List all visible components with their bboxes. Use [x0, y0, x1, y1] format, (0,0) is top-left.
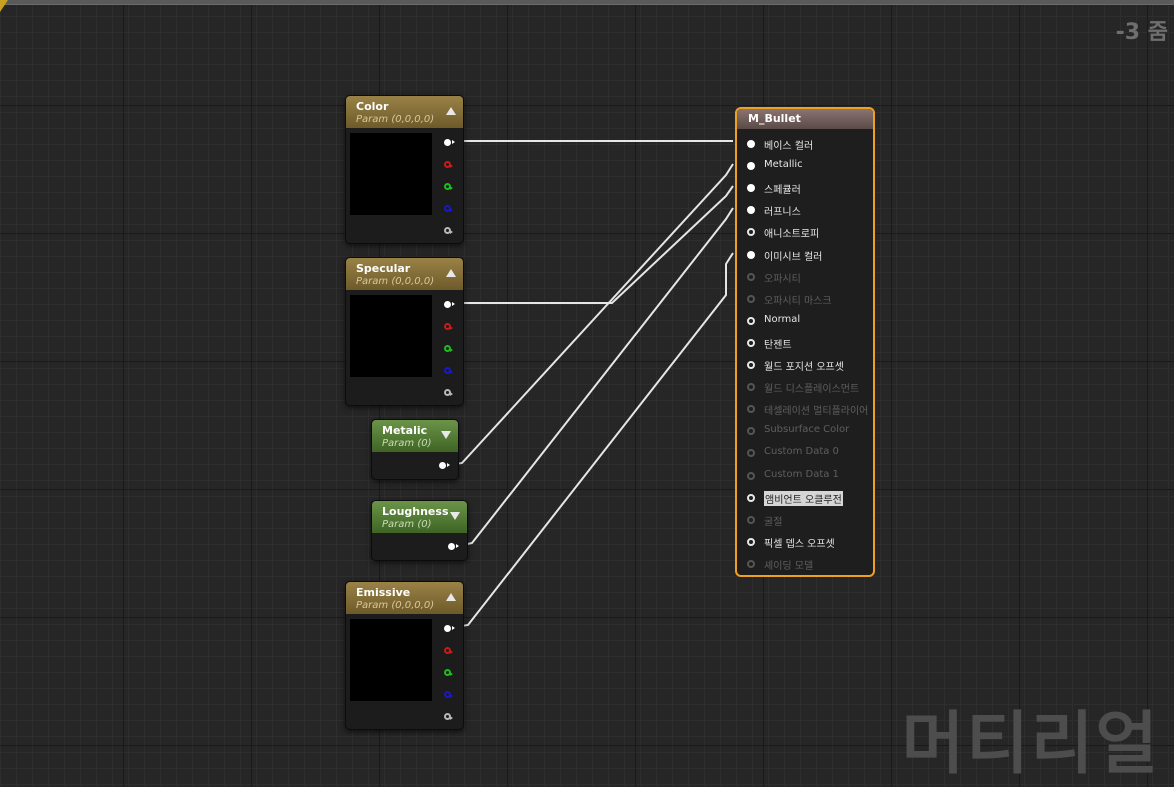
input-pin[interactable] [747, 228, 755, 237]
input-pin[interactable] [747, 405, 755, 414]
input-label: 오파시티 마스크 [764, 295, 832, 307]
input-pin[interactable] [747, 361, 755, 369]
input-pin[interactable] [747, 471, 755, 480]
output-pin-rgba[interactable] [444, 625, 455, 632]
emissive-param-node[interactable]: Emissive Param (0,0,0,0) [345, 581, 464, 730]
input-pin[interactable] [747, 184, 755, 193]
input-label: Metallic [764, 159, 803, 171]
output-pin-a[interactable] [444, 227, 453, 234]
output-pin-rgba[interactable] [444, 139, 455, 146]
input-label: 애니소트로피 [764, 229, 820, 241]
input-pin[interactable] [747, 559, 755, 568]
input-pin[interactable] [747, 250, 755, 259]
output-pin-g[interactable] [444, 345, 453, 352]
emissive-preview [350, 619, 432, 701]
output-pin-a[interactable] [444, 713, 453, 720]
input-label: 굴절 [764, 516, 783, 528]
input-pin[interactable] [747, 140, 755, 148]
output-pin-g[interactable] [444, 183, 453, 190]
node-subtitle: Param (0,0,0,0) [356, 276, 435, 287]
input-label: 셰이딩 모델 [764, 560, 814, 572]
input-pin[interactable] [747, 515, 755, 524]
node-header[interactable]: Metalic Param (0) [372, 420, 458, 452]
input-pin[interactable] [747, 338, 755, 347]
output-pin-value[interactable] [439, 462, 450, 469]
input-pin[interactable] [747, 537, 755, 546]
wire-loughness-to-roughness[interactable] [458, 207, 734, 547]
input-pin[interactable] [747, 272, 755, 281]
collapse-arrow-icon[interactable] [446, 107, 456, 115]
input-label: 픽셀 뎁스 오프셋 [764, 538, 835, 550]
loughness-param-node[interactable]: Loughness Param (0) [371, 500, 468, 561]
wire-metalic-to-metallic[interactable] [448, 163, 734, 466]
input-label: Custom Data 1 [764, 468, 839, 480]
output-pin-b[interactable] [444, 205, 453, 212]
color-param-node[interactable]: Color Param (0,0,0,0) [345, 95, 464, 244]
output-pin-b[interactable] [444, 367, 453, 374]
specular-preview [350, 295, 432, 377]
input-pin[interactable] [747, 206, 755, 215]
input-label: Normal [764, 313, 801, 325]
input-label: 스페큘러 [764, 185, 801, 197]
output-pin-r[interactable] [444, 323, 453, 330]
input-label: 이미시브 컬러 [764, 251, 823, 263]
output-pin-b[interactable] [444, 691, 453, 698]
output-pin-r[interactable] [444, 647, 453, 654]
input-label: 월드 포지션 오프셋 [764, 362, 844, 373]
wire-layer [448, 140, 734, 628]
input-label: 베이스 컬러 [764, 141, 814, 152]
output-pin-r[interactable] [444, 161, 453, 168]
output-pin-g[interactable] [444, 669, 453, 676]
collapse-arrow-icon[interactable] [446, 269, 456, 277]
input-label: 오파시티 [764, 273, 801, 285]
expand-arrow-icon[interactable] [450, 512, 460, 520]
metalic-param-node[interactable]: Metalic Param (0) [371, 419, 459, 480]
input-pin[interactable] [747, 162, 755, 171]
input-pin[interactable] [747, 294, 755, 303]
input-label: Custom Data 0 [764, 446, 839, 458]
input-pin[interactable] [747, 449, 755, 458]
color-preview [350, 133, 432, 215]
node-header[interactable]: Specular Param (0,0,0,0) [346, 258, 463, 290]
specular-param-node[interactable]: Specular Param (0,0,0,0) [345, 257, 464, 406]
output-pin-value[interactable] [448, 543, 459, 550]
input-pin[interactable] [747, 427, 755, 436]
wire-emissive-to-emissive[interactable] [454, 252, 734, 628]
node-header[interactable]: Emissive Param (0,0,0,0) [346, 582, 463, 614]
material-node-title[interactable]: M_Bullet [737, 109, 873, 129]
node-subtitle: Param (0,0,0,0) [356, 600, 435, 611]
node-header[interactable]: Color Param (0,0,0,0) [346, 96, 463, 128]
node-header[interactable]: Loughness Param (0) [372, 501, 467, 533]
output-pin-rgba[interactable] [444, 301, 455, 308]
input-pin[interactable] [747, 383, 755, 392]
input-label: 테셀레이션 멀티플라이어 [764, 406, 869, 418]
input-label: 러프니스 [764, 207, 801, 219]
node-subtitle: Param (0) [382, 438, 432, 449]
material-result-node[interactable]: M_Bullet 베이스 컬러 Metallic 스페큘러러프니스애니소트로피이미시… [735, 107, 875, 577]
collapse-arrow-icon[interactable] [446, 593, 456, 601]
input-pin[interactable] [747, 316, 755, 325]
input-label: 앰비언트 오클루전 [764, 490, 843, 506]
input-label: Subsurface Color [764, 424, 850, 436]
wire-specular-to-specular[interactable] [455, 185, 734, 304]
input-pin[interactable] [747, 493, 755, 502]
node-subtitle: Param (0,0,0,0) [356, 114, 435, 125]
node-subtitle: Param (0) [382, 519, 432, 530]
input-label: 탄젠트 [764, 339, 792, 351]
input-label: 월드 디스플레이스먼트 [764, 384, 860, 396]
output-pin-a[interactable] [444, 389, 453, 396]
expand-arrow-icon[interactable] [441, 431, 451, 439]
